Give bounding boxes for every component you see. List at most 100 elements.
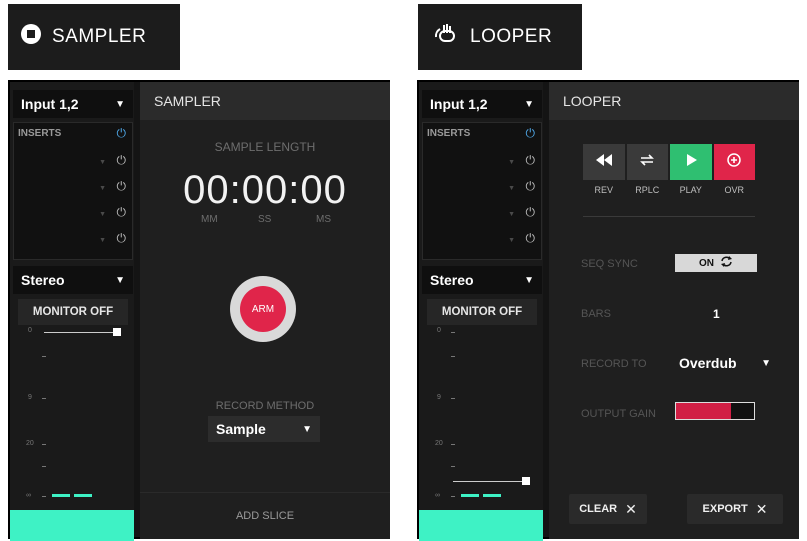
power-icon[interactable]: ⏻ <box>526 205 536 220</box>
seq-sync-toggle[interactable]: ON <box>675 254 757 272</box>
meter-floor-bar <box>10 510 134 541</box>
play-label: PLAY <box>679 185 702 195</box>
level-meter-right <box>74 494 92 497</box>
power-icon[interactable]: ⏻ <box>117 205 127 220</box>
clear-button[interactable]: CLEAR ✕ <box>569 494 647 524</box>
bars-value[interactable]: 1 <box>713 307 720 321</box>
record-method-select[interactable]: Sample ▼ <box>208 416 320 442</box>
chevron-down-icon[interactable]: ▼ <box>99 185 106 192</box>
arm-label: ARM <box>251 303 275 315</box>
meter-tick-mark <box>451 496 455 497</box>
close-icon: ✕ <box>755 500 768 517</box>
meter-tick-mark <box>42 398 46 399</box>
chevron-down-icon[interactable]: ▼ <box>508 211 515 218</box>
meter-tick-label: ∞ <box>435 492 440 499</box>
add-slice-button[interactable]: ADD SLICE <box>140 510 390 522</box>
record-to-select[interactable]: Overdub ▼ <box>679 350 771 376</box>
looper-badge-label: LOOPER <box>470 26 553 47</box>
volume-fader-track[interactable] <box>44 332 116 333</box>
power-icon[interactable]: ⏻ <box>526 231 536 246</box>
level-meter-left <box>52 494 70 497</box>
power-icon[interactable]: ⏻ <box>117 153 127 168</box>
meter-floor-bar <box>419 510 543 541</box>
sampler-main: SAMPLER SAMPLE LENGTH 00:00:00 MM SS MS … <box>140 82 390 539</box>
looper-header: LOOPER <box>549 82 799 120</box>
chevron-down-icon[interactable]: ▼ <box>508 185 515 192</box>
meter-tick-mark <box>42 496 46 497</box>
output-gain-slider[interactable] <box>675 402 755 420</box>
meter-tick-mark <box>451 398 455 399</box>
chevron-down-icon[interactable]: ▼ <box>508 159 515 166</box>
looper-hand-icon <box>430 23 460 51</box>
looper-monitor-button[interactable]: MONITOR OFF <box>427 299 537 325</box>
time-display: 00:00:00 <box>183 168 347 212</box>
looper-stereo-value: Stereo <box>430 272 474 288</box>
volume-fader-track[interactable] <box>453 481 525 482</box>
power-icon[interactable]: ⏻ <box>526 153 536 168</box>
record-to-value: Overdub <box>679 355 737 371</box>
play-button[interactable] <box>670 144 712 180</box>
record-method-value: Sample <box>216 421 266 437</box>
sampler-badge: SAMPLER <box>8 4 180 70</box>
seq-sync-label: SEQ SYNC <box>581 258 638 270</box>
volume-fader-handle[interactable] <box>113 328 121 336</box>
meter-tick-label: 20 <box>435 440 443 447</box>
level-meter-right <box>483 494 501 497</box>
sampler-monitor-button[interactable]: MONITOR OFF <box>18 299 128 325</box>
transport-bar <box>583 144 755 180</box>
seq-sync-value: ON <box>699 257 714 269</box>
play-icon <box>685 153 697 171</box>
meter-tick-mark <box>42 356 46 357</box>
export-button[interactable]: EXPORT ✕ <box>687 494 783 524</box>
time-unit-ms: MS <box>316 214 331 225</box>
transport-divider <box>583 216 755 217</box>
meter-tick-label: 9 <box>28 394 32 401</box>
rev-label: REV <box>594 185 613 195</box>
meter-tick-mark <box>451 444 455 445</box>
chevron-down-icon: ▼ <box>524 98 534 110</box>
power-icon[interactable]: ⏻ <box>117 179 127 194</box>
chevron-down-icon: ▼ <box>115 274 125 286</box>
transport-labels: REV RPLC PLAY OVR <box>583 185 755 195</box>
meter-tick-label: 0 <box>28 327 32 334</box>
clear-label: CLEAR <box>579 503 618 515</box>
bars-label: BARS <box>581 308 611 320</box>
looper-main: LOOPER REV RPLC PLAY OVR SEQ SYNC ON BAR… <box>549 82 799 539</box>
chevron-down-icon[interactable]: ▼ <box>508 237 515 244</box>
meter-tick-label: ∞ <box>26 492 31 499</box>
ovr-label: OVR <box>724 185 744 195</box>
power-icon[interactable]: ⏻ <box>526 126 536 141</box>
rev-button[interactable] <box>583 144 625 180</box>
inserts-label: INSERTS <box>18 128 62 139</box>
rewind-icon <box>595 153 612 171</box>
rplc-button[interactable] <box>626 144 668 180</box>
volume-fader-handle[interactable] <box>522 477 530 485</box>
meter-tick-label: 9 <box>437 394 441 401</box>
chevron-down-icon[interactable]: ▼ <box>99 237 106 244</box>
chevron-down-icon: ▼ <box>115 98 125 110</box>
sampler-header: SAMPLER <box>140 82 390 120</box>
looper-badge: LOOPER <box>418 4 582 70</box>
record-to-label: RECORD TO <box>581 358 647 370</box>
power-icon[interactable]: ⏻ <box>117 231 127 246</box>
time-unit-mm: MM <box>201 214 218 225</box>
replace-icon <box>639 153 655 172</box>
chevron-down-icon: ▼ <box>302 423 312 435</box>
looper-input-select[interactable]: Input 1,2 ▼ <box>422 90 542 118</box>
looper-inserts: INSERTS ⏻ ▼ ⏻ ▼ ⏻ ▼ ⏻ ▼ ⏻ <box>422 122 542 260</box>
power-icon[interactable]: ⏻ <box>117 126 127 141</box>
chevron-down-icon[interactable]: ▼ <box>99 159 106 166</box>
power-icon[interactable]: ⏻ <box>526 179 536 194</box>
inserts-label: INSERTS <box>427 128 471 139</box>
ovr-button[interactable] <box>713 144 755 180</box>
sampler-input-value: Input 1,2 <box>21 96 79 112</box>
arm-button[interactable]: ARM <box>230 276 296 342</box>
level-meter-left <box>461 494 479 497</box>
time-unit-ss: SS <box>258 214 272 225</box>
sampler-stereo-select[interactable]: Stereo ▼ <box>13 266 133 294</box>
sampler-inserts: INSERTS ⏻ ▼ ⏻ ▼ ⏻ ▼ ⏻ ▼ ⏻ <box>13 122 133 260</box>
looper-stereo-select[interactable]: Stereo ▼ <box>422 266 542 294</box>
sampler-input-select[interactable]: Input 1,2 ▼ <box>13 90 133 118</box>
meter-tick-label: 0 <box>437 327 441 334</box>
chevron-down-icon[interactable]: ▼ <box>99 211 106 218</box>
